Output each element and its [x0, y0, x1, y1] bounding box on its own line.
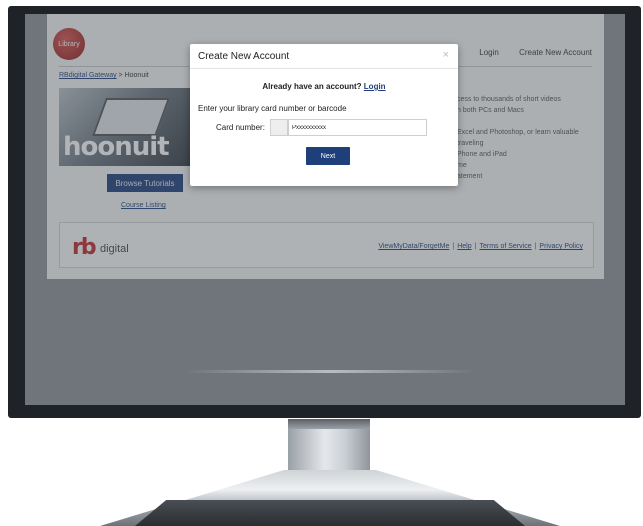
card-number-label: Card number: — [216, 123, 265, 132]
monitor-neck-shadow — [288, 419, 370, 429]
create-account-modal: Create New Account × Already have an acc… — [190, 44, 458, 186]
already-have-account-label: Already have an account? — [262, 82, 362, 91]
modal-login-link[interactable]: Login — [364, 82, 386, 91]
close-icon[interactable]: × — [443, 49, 449, 61]
modal-divider — [190, 68, 458, 69]
card-instructions: Enter your library card number or barcod… — [198, 104, 347, 113]
monitor-stand-base — [135, 500, 525, 526]
next-button[interactable]: Next — [306, 147, 350, 165]
monitor-screen: Library Login Create New Account RBdigit… — [25, 14, 625, 405]
card-number-input[interactable] — [288, 119, 427, 136]
already-have-account-text: Already have an account? Login — [190, 82, 458, 91]
monitor-frame: Library Login Create New Account RBdigit… — [8, 6, 641, 418]
screen-glare — [185, 370, 475, 373]
modal-title: Create New Account — [198, 51, 290, 62]
card-number-prefix — [270, 119, 288, 136]
